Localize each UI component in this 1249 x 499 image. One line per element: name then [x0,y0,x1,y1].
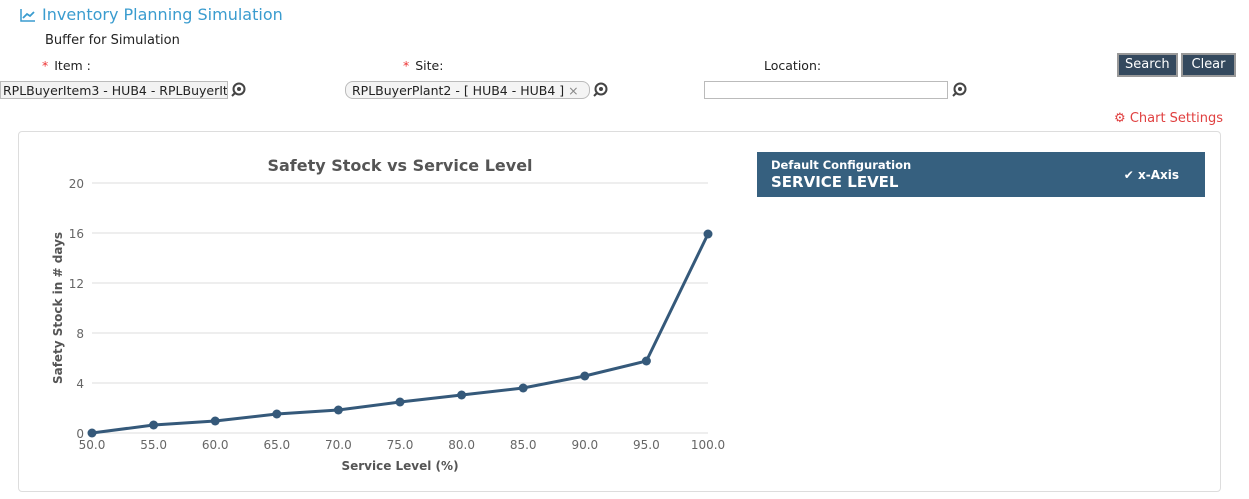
line-chart: Safety Stock vs Service Level Service Le… [51,156,725,473]
check-circle-icon: ✔ [1123,168,1134,182]
x-tick-label: 85.0 [510,438,537,452]
x-tick-label: 65.0 [263,438,290,452]
y-tick-label: 8 [76,327,84,341]
x-tick-label: 50.0 [79,438,106,452]
data-point[interactable] [580,371,590,381]
clear-button[interactable]: Clear [1181,53,1236,77]
x-tick-label: 95.0 [633,438,660,452]
config-card[interactable]: Default Configuration SERVICE LEVEL ✔ x-… [757,152,1205,197]
x-tick-label: 90.0 [571,438,598,452]
x-tick-label: 55.0 [140,438,167,452]
location-label: Location: [764,58,822,73]
data-point[interactable] [210,416,220,426]
data-point[interactable] [87,428,97,438]
y-tick-label: 16 [69,227,84,241]
y-tick-label: 4 [76,377,84,391]
x-tick-label: 80.0 [448,438,475,452]
x-tick-label: 100.0 [691,438,725,452]
data-point[interactable] [641,356,651,366]
x-axis-label: Service Level (%) [341,459,458,473]
x-axis-badge: ✔ x-Axis [1123,168,1179,182]
x-tick-label: 70.0 [325,438,352,452]
search-button[interactable]: Search [1117,53,1178,77]
y-axis-label: Safety Stock in # days [51,232,65,384]
chart-settings-link[interactable]: ⚙ Chart Settings [1114,111,1223,126]
x-tick-label: 75.0 [387,438,414,452]
gear-icon: ⚙ [1114,111,1126,126]
config-name: SERVICE LEVEL [771,173,899,191]
data-point[interactable] [149,420,159,430]
location-lookup-icon[interactable] [951,82,967,98]
data-point[interactable] [518,383,528,393]
data-point[interactable] [333,405,343,415]
data-point[interactable] [395,397,405,407]
chart-title: Safety Stock vs Service Level [267,156,532,175]
y-tick-label: 12 [69,277,84,291]
y-tick-label: 20 [69,177,84,191]
location-input[interactable] [704,81,948,99]
data-point[interactable] [703,229,713,239]
x-tick-label: 60.0 [202,438,229,452]
data-point[interactable] [457,390,467,400]
data-point[interactable] [272,409,282,419]
config-heading: Default Configuration [771,158,912,172]
